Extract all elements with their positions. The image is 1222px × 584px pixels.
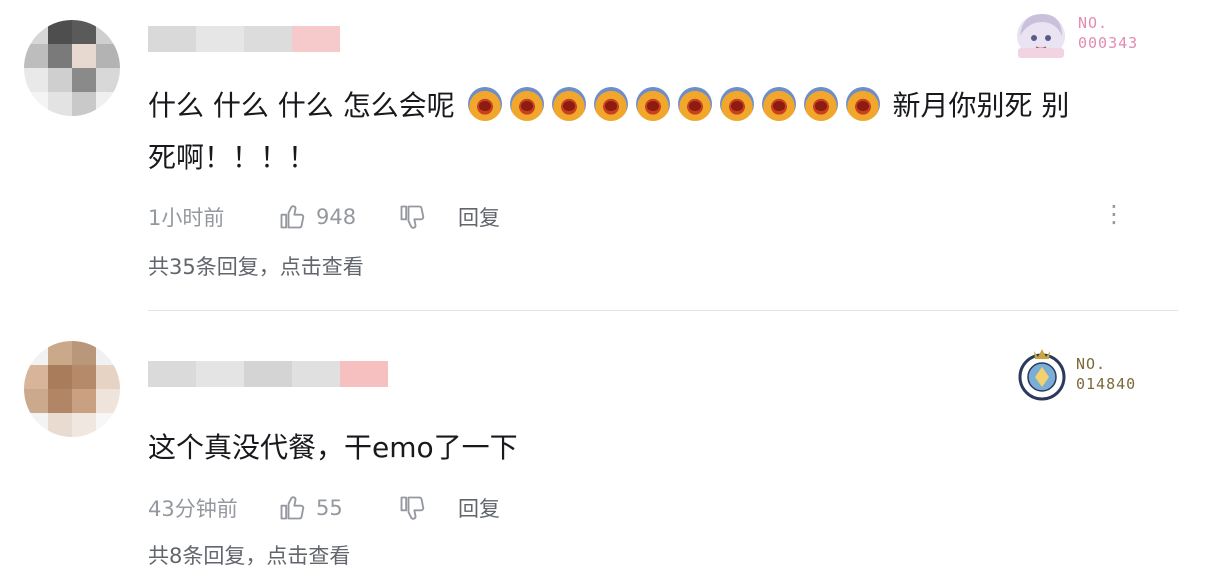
comment-item: NO. 000343 什么 什么 什么 怎么会呢 新月你别死 别 死啊！！！！ … bbox=[0, 0, 1222, 310]
fan-badge[interactable]: NO. 000343 bbox=[1012, 6, 1138, 60]
like-count: 55 bbox=[316, 496, 343, 520]
comment-time: 43分钟前 bbox=[148, 497, 238, 521]
more-vertical-icon[interactable]: ⋮ bbox=[1102, 200, 1126, 228]
thumbs-up-icon bbox=[278, 494, 306, 522]
dislike-button[interactable] bbox=[398, 494, 458, 522]
dislike-button[interactable] bbox=[398, 203, 458, 231]
comment-text: 这个真没代餐，干emo了一下 bbox=[148, 431, 518, 464]
view-replies-link[interactable]: 共35条回复，点击查看 bbox=[148, 251, 364, 281]
comment-time: 1小时前 bbox=[148, 206, 225, 230]
badge-number: NO. 000343 bbox=[1078, 14, 1139, 52]
username[interactable] bbox=[148, 26, 340, 52]
emoji-row bbox=[464, 87, 884, 122]
like-button[interactable]: 55 bbox=[278, 494, 398, 522]
crying-face-emoji bbox=[551, 87, 586, 121]
like-count: 948 bbox=[316, 205, 357, 229]
club-crest-badge-icon bbox=[1018, 349, 1066, 401]
reply-button[interactable]: 回复 bbox=[458, 202, 500, 232]
anime-girl-badge-icon bbox=[1017, 14, 1065, 58]
crying-face-emoji bbox=[761, 87, 796, 121]
thumbs-down-icon bbox=[398, 494, 426, 522]
thumbs-up-icon bbox=[278, 203, 306, 231]
comment-text: 什么 什么 什么 怎么会呢 新月你别死 别 死啊！！！！ bbox=[148, 87, 1070, 174]
crying-face-emoji bbox=[803, 87, 838, 121]
username[interactable] bbox=[148, 361, 388, 387]
crying-face-emoji bbox=[509, 87, 544, 121]
thumbs-down-icon bbox=[398, 203, 426, 231]
crying-face-emoji bbox=[467, 87, 502, 121]
comment-meta: 1小时前 948 回复 bbox=[148, 202, 500, 232]
crying-face-emoji bbox=[677, 87, 712, 121]
crying-face-emoji bbox=[635, 87, 670, 121]
avatar[interactable] bbox=[24, 341, 120, 437]
crying-face-emoji bbox=[593, 87, 628, 121]
crying-face-emoji bbox=[719, 87, 754, 121]
comment-meta: 43分钟前 55 回复 bbox=[148, 493, 500, 523]
fan-badge[interactable]: NO. 014840 bbox=[1016, 345, 1136, 403]
like-button[interactable]: 948 bbox=[278, 203, 398, 231]
badge-number: NO. 014840 bbox=[1076, 355, 1137, 393]
avatar[interactable] bbox=[24, 20, 120, 116]
reply-button[interactable]: 回复 bbox=[458, 493, 500, 523]
view-replies-link[interactable]: 共8条回复，点击查看 bbox=[148, 540, 350, 570]
comment-item: NO. 014840 这个真没代餐，干emo了一下 43分钟前 55 回复 共8… bbox=[0, 311, 1222, 584]
crying-face-emoji bbox=[845, 87, 880, 121]
